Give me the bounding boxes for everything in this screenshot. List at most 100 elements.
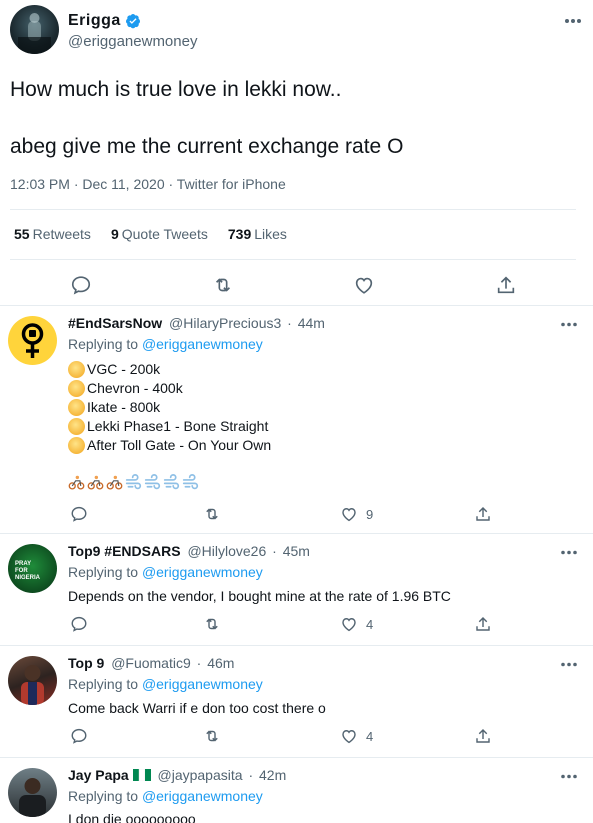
avatar-text-line: FOR [15, 568, 28, 574]
tweet-stats: 55 Retweets 9 Quote Tweets 739 Likes [14, 226, 287, 242]
tweet-timestamp[interactable]: 12:03 PM · Dec 11, 2020 · Twitter for iP… [10, 176, 286, 192]
share-icon[interactable] [474, 615, 492, 633]
reply-author-handle[interactable]: @Hilylove26 [187, 543, 266, 559]
reply-time[interactable]: 42m [259, 767, 286, 783]
nigeria-flag-icon [132, 768, 151, 782]
more-options-icon[interactable] [559, 766, 579, 786]
reply-text: Come back Warri if e don too cost there … [68, 700, 326, 716]
separator-dot: · [272, 543, 277, 559]
reply-tweet[interactable]: PRAY FOR NIGERIA Top9 #ENDSARS @Hilylove… [0, 533, 593, 644]
divider [10, 209, 576, 210]
author-handle[interactable]: @erigganewmoney [68, 33, 197, 50]
verified-badge-icon [125, 14, 140, 29]
separator-dot: · [196, 655, 202, 671]
list-item: VGC - 200k [68, 360, 271, 379]
quote-tweets-stat[interactable]: 9 Quote Tweets [111, 226, 208, 242]
reply-author-name[interactable]: #EndSarsNow [68, 315, 162, 331]
like-icon[interactable] [353, 274, 375, 296]
likes-stat[interactable]: 739 Likes [228, 226, 287, 242]
replying-to: Replying to @erigganewmoney [68, 564, 263, 580]
reply-avatar[interactable] [8, 768, 57, 817]
reply-actions: 9 [0, 505, 593, 527]
reply-avatar[interactable]: PRAY FOR NIGERIA [8, 544, 57, 593]
reply-tweet[interactable]: Top 9 @Fuomatic9 · 46m Replying to @erig… [0, 645, 593, 756]
reply-author-name[interactable]: Jay Papa [68, 767, 129, 783]
reply-author-handle[interactable]: @jaypapasita [158, 767, 243, 783]
reply-tweet[interactable]: #EndSarsNow @HilaryPrecious3 · 44m Reply… [0, 305, 593, 532]
bicycle-icon [106, 475, 123, 490]
reply-time[interactable]: 45m [283, 543, 310, 559]
reply-header: Jay Papa @jaypapasita · 42m [68, 767, 286, 783]
author-name[interactable]: Erigga [68, 12, 141, 30]
like-count: 9 [366, 507, 374, 522]
share-icon[interactable] [495, 274, 517, 296]
dash-icon [125, 474, 142, 490]
more-options-icon[interactable] [559, 314, 579, 334]
emoji-bullet-icon [68, 418, 85, 435]
dash-icon [163, 474, 180, 490]
retweets-stat[interactable]: 55 Retweets [14, 226, 91, 242]
list-item-text: After Toll Gate - On Your Own [87, 437, 272, 453]
list-item-text: VGC - 200k [87, 361, 161, 377]
likes-label: Likes [254, 226, 287, 242]
replying-to-label: Replying to [68, 676, 139, 692]
retweet-icon[interactable] [203, 505, 221, 523]
replying-to-link[interactable]: @erigganewmoney [142, 676, 263, 692]
list-item-text: Chevron - 400k [87, 380, 183, 396]
reply-author-name[interactable]: Top9 #ENDSARS [68, 543, 181, 559]
list-item: Ikate - 800k [68, 398, 271, 417]
reply-tweet[interactable]: Jay Papa @jaypapasita · 42m Replying to … [0, 757, 593, 823]
replying-to-link[interactable]: @erigganewmoney [142, 564, 263, 580]
reply-text: VGC - 200k Chevron - 400k Ikate - 800k L… [68, 360, 271, 455]
more-options-icon[interactable] [559, 654, 579, 674]
replying-to-link[interactable]: @erigganewmoney [142, 336, 263, 352]
like-icon[interactable] [340, 615, 358, 633]
retweet-icon[interactable] [212, 274, 234, 296]
replying-to-label: Replying to [68, 564, 139, 580]
reply-icon[interactable] [70, 274, 92, 296]
main-tweet-header: Erigga @erigganewmoney [10, 5, 583, 57]
bicycle-icon [68, 475, 85, 490]
emoji-bullet-icon [68, 399, 85, 416]
reply-icon[interactable] [70, 615, 88, 633]
separator-dot: · [248, 767, 254, 783]
reply-author-handle[interactable]: @Fuomatic9 [111, 655, 191, 671]
reply-avatar[interactable] [8, 316, 57, 365]
retweet-icon[interactable] [203, 615, 221, 633]
quotes-count: 9 [110, 226, 119, 242]
reply-actions: 4 [0, 615, 593, 637]
reply-icon[interactable] [70, 505, 88, 523]
share-icon[interactable] [474, 505, 492, 523]
divider [10, 259, 576, 260]
replying-to-link[interactable]: @erigganewmoney [142, 788, 263, 804]
like-icon[interactable] [340, 727, 358, 745]
main-tweet-actions [0, 268, 593, 300]
reply-time[interactable]: 46m [207, 655, 234, 671]
retweets-count: 55 [14, 226, 30, 242]
list-item: After Toll Gate - On Your Own [68, 436, 271, 455]
replying-to-label: Replying to [68, 336, 139, 352]
reply-author-name[interactable]: Top 9 [68, 655, 104, 671]
reply-text: I don die ooooooooo [68, 811, 196, 823]
reply-icon[interactable] [70, 727, 88, 745]
reply-time[interactable]: 44m [298, 315, 325, 331]
reply-header: Top9 #ENDSARS @Hilylove26 · 45m [68, 543, 310, 559]
more-options-icon[interactable] [563, 11, 583, 31]
retweet-icon[interactable] [203, 727, 221, 745]
separator-dot: · [287, 315, 292, 331]
tweet-text-line-2: abeg give me the current exchange rate O [10, 135, 404, 158]
emoji-bullet-icon [68, 380, 85, 397]
like-count: 4 [366, 617, 374, 632]
likes-count: 739 [227, 226, 252, 242]
reply-header: Top 9 @Fuomatic9 · 46m [68, 655, 234, 671]
author-avatar[interactable] [10, 5, 59, 54]
share-icon[interactable] [474, 727, 492, 745]
retweets-label: Retweets [32, 226, 91, 242]
dash-icon [144, 474, 161, 490]
reply-avatar[interactable] [8, 656, 57, 705]
like-icon[interactable] [340, 505, 358, 523]
reply-author-handle[interactable]: @HilaryPrecious3 [169, 315, 281, 331]
more-options-icon[interactable] [559, 542, 579, 562]
main-tweet: Erigga @erigganewmoney How much is true … [0, 0, 593, 304]
avatar-text-line: NIGERIA [15, 575, 41, 581]
